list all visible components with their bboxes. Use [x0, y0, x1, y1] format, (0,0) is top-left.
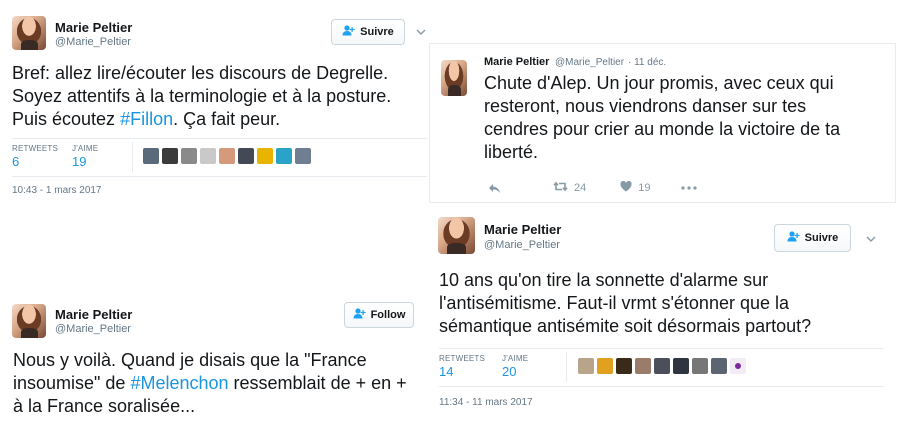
tweet-text: Nous y voilà. Quand je disais que la "Fr… [13, 350, 407, 416]
follow-label: Follow [370, 309, 406, 321]
liker-avatar[interactable] [257, 148, 273, 164]
liker-avatar[interactable] [616, 358, 632, 374]
author-name[interactable]: Marie Peltier [55, 20, 132, 35]
retweet-action[interactable]: 24 [553, 181, 586, 195]
author-name[interactable]: Marie Peltier [55, 307, 132, 322]
liker-avatar[interactable] [143, 148, 159, 164]
reply-icon[interactable] [488, 183, 501, 194]
author-handle[interactable]: @Marie_Peltier [484, 239, 560, 251]
liker-avatar[interactable] [692, 358, 708, 374]
liker-avatar[interactable] [578, 358, 594, 374]
liker-avatar[interactable] [276, 148, 292, 164]
likers-list [143, 148, 311, 164]
liker-avatar[interactable] [181, 148, 197, 164]
tweet-date[interactable]: · 11 déc. [628, 57, 666, 68]
like-count: 19 [638, 182, 651, 194]
author-handle[interactable]: @Marie_Peltier [55, 36, 131, 48]
liker-avatar[interactable] [238, 148, 254, 164]
heart-icon [620, 180, 632, 195]
divider [439, 386, 884, 387]
tweet-card-3: Marie Peltier @Marie_Peltier Suivre 10 a… [426, 205, 896, 424]
liker-avatar[interactable] [673, 358, 689, 374]
timestamp[interactable]: 11:34 - 11 mars 2017 [439, 397, 533, 408]
avatar[interactable] [12, 304, 46, 338]
tweet-text: 10 ans qu'on tire la sonnette d'alarme s… [439, 270, 812, 336]
retweet-icon [553, 181, 568, 195]
follow-label: Suivre [360, 26, 394, 38]
author-handle[interactable]: @Marie_Peltier [55, 323, 131, 335]
divider [132, 142, 133, 172]
likes-label: J'AIME [72, 144, 99, 153]
timestamp[interactable]: 10:43 - 1 mars 2017 [12, 185, 102, 196]
chevron-down-icon[interactable] [866, 233, 876, 245]
tweet-actions: 24 19 [488, 180, 697, 195]
liker-avatar[interactable] [730, 358, 746, 374]
likes-label: J'AIME [502, 354, 529, 363]
like-action[interactable]: 19 [620, 180, 651, 195]
tweet-card-2: Marie Peltier @Marie_Peltier · 11 déc. C… [429, 43, 896, 203]
liker-avatar[interactable] [200, 148, 216, 164]
add-user-icon [353, 308, 366, 322]
liker-avatar[interactable] [295, 148, 311, 164]
retweet-count: 24 [574, 182, 587, 194]
tweet-card-4: Marie Peltier @Marie_Peltier Follow Nous… [0, 293, 426, 424]
liker-avatar[interactable] [711, 358, 727, 374]
avatar[interactable] [12, 16, 46, 50]
avatar[interactable] [441, 60, 467, 96]
add-user-icon [787, 231, 800, 245]
hashtag-link[interactable]: #Melenchon [130, 373, 228, 393]
liker-avatar[interactable] [635, 358, 651, 374]
hashtag-link[interactable]: #Fillon [120, 109, 173, 129]
retweets-count[interactable]: 6 [12, 154, 19, 169]
likes-count[interactable]: 20 [502, 364, 516, 379]
follow-label: Suivre [804, 232, 839, 244]
author-handle[interactable]: @Marie_Peltier [555, 57, 624, 68]
add-user-icon [342, 25, 355, 39]
follow-button[interactable]: Suivre [331, 19, 405, 45]
author-name[interactable]: Marie Peltier [484, 56, 549, 68]
retweets-count[interactable]: 14 [439, 364, 453, 379]
avatar[interactable] [438, 217, 475, 254]
divider [12, 176, 427, 177]
follow-button[interactable]: Suivre [774, 224, 851, 252]
liker-avatar[interactable] [654, 358, 670, 374]
tweet-text: Bref: allez lire/écouter les discours de… [12, 63, 392, 129]
divider [12, 138, 427, 139]
divider [439, 348, 884, 349]
likes-count[interactable]: 19 [72, 154, 86, 169]
chevron-down-icon[interactable] [416, 26, 426, 38]
liker-avatar[interactable] [162, 148, 178, 164]
follow-button[interactable]: Follow [344, 302, 414, 328]
divider [566, 352, 567, 382]
author-name[interactable]: Marie Peltier [484, 222, 561, 237]
liker-avatar[interactable] [219, 148, 235, 164]
tweet-text: Chute d'Alep. Un jour promis, avec ceux … [484, 73, 841, 162]
tweet-card-1: Marie Peltier @Marie_Peltier Suivre Bref… [0, 0, 440, 205]
retweets-label: RETWEETS [12, 144, 59, 153]
retweets-label: RETWEETS [439, 354, 486, 363]
liker-avatar[interactable] [597, 358, 613, 374]
likers-list [578, 358, 746, 374]
more-icon[interactable] [680, 186, 697, 190]
